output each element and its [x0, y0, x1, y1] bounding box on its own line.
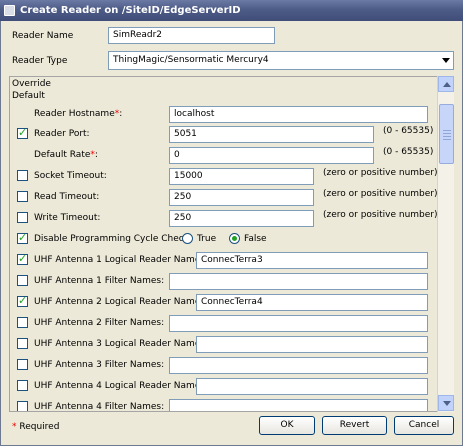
default-rate-label: Default Rate*:	[34, 150, 98, 160]
reader-hostname-input[interactable]: localhost	[169, 106, 428, 123]
radio-false[interactable]	[229, 233, 240, 244]
window-icon	[4, 5, 15, 16]
default-rate-hint: (0 - 65535)	[383, 147, 434, 157]
ok-button[interactable]: OK	[259, 416, 315, 435]
window-title: Create Reader on /SiteID/EdgeServerID	[20, 5, 241, 16]
radio-false-label: False	[244, 234, 267, 244]
uhf-antenna-4-logical-checkbox[interactable]	[17, 380, 28, 391]
reader-type-label: Reader Type	[12, 56, 68, 66]
write-timeout-input[interactable]: 250	[169, 210, 314, 227]
required-note: * Required	[12, 422, 60, 432]
scroll-thumb[interactable]	[439, 104, 454, 164]
reader-type-value: ThingMagic/Sensormatic Mercury4	[113, 55, 269, 65]
uhf-antenna-1-filter-label: UHF Antenna 1 Filter Names:	[34, 276, 165, 286]
uhf-antenna-1-logical-input[interactable]: ConnecTerra3	[196, 252, 428, 269]
disable-programming-cycle-checkbox[interactable]	[17, 231, 28, 244]
uhf-antenna-3-filter-input[interactable]	[169, 357, 428, 374]
scroll-down-button[interactable]	[438, 395, 454, 411]
uhf-antenna-1-filter-input[interactable]	[169, 273, 428, 290]
read-timeout-hint: (zero or positive number)	[323, 189, 438, 199]
uhf-antenna-4-logical-label: UHF Antenna 4 Logical Reader Name:	[34, 381, 204, 391]
uhf-antenna-4-filter-checkbox[interactable]	[17, 401, 28, 411]
uhf-antenna-2-logical-input[interactable]: ConnecTerra4	[196, 294, 428, 311]
uhf-antenna-3-logical-input[interactable]	[196, 336, 428, 353]
write-timeout-hint: (zero or positive number)	[323, 210, 438, 220]
uhf-antenna-2-filter-checkbox[interactable]	[17, 317, 28, 328]
chevron-down-icon[interactable]	[442, 58, 450, 63]
uhf-antenna-3-logical-label: UHF Antenna 3 Logical Reader Name:	[34, 339, 204, 349]
read-timeout-input[interactable]: 250	[169, 189, 314, 206]
arrow-up-icon	[443, 82, 451, 87]
grip-line	[443, 130, 451, 131]
uhf-antenna-3-logical-checkbox[interactable]	[17, 338, 28, 349]
socket-timeout-hint: (zero or positive number)	[323, 168, 438, 178]
uhf-antenna-1-logical-label: UHF Antenna 1 Logical Reader Name:	[34, 255, 204, 265]
read-timeout-checkbox[interactable]	[17, 191, 28, 202]
properties-panel: Override Default Reader Hostname*: local…	[9, 76, 454, 412]
grip-line	[443, 136, 451, 137]
uhf-antenna-4-filter-input[interactable]	[169, 399, 428, 411]
reader-port-checkbox[interactable]	[17, 126, 28, 139]
write-timeout-label: Write Timeout:	[34, 213, 101, 223]
scroll-up-button[interactable]	[438, 76, 454, 92]
write-timeout-checkbox[interactable]	[17, 212, 28, 223]
reader-name-input[interactable]: SimReadr2	[108, 27, 275, 44]
read-timeout-label: Read Timeout:	[34, 192, 100, 202]
reader-name-label: Reader Name	[12, 31, 74, 41]
uhf-antenna-4-logical-input[interactable]	[196, 378, 428, 395]
reader-port-input[interactable]: 5051	[169, 126, 374, 143]
grip-line	[443, 139, 451, 140]
uhf-antenna-1-logical-checkbox[interactable]	[17, 252, 28, 265]
vertical-scrollbar[interactable]	[437, 76, 454, 412]
uhf-antenna-2-logical-label: UHF Antenna 2 Logical Reader Name:	[34, 297, 204, 307]
uhf-antenna-3-filter-label: UHF Antenna 3 Filter Names:	[34, 360, 165, 370]
arrow-down-icon	[443, 401, 451, 406]
socket-timeout-input[interactable]: 15000	[169, 168, 314, 185]
reader-hostname-label: Reader Hostname*:	[34, 109, 123, 119]
reader-port-label: Reader Port:	[34, 129, 90, 139]
reader-type-select[interactable]: ThingMagic/Sensormatic Mercury4	[108, 51, 454, 70]
grip-line	[443, 133, 451, 134]
socket-timeout-label: Socket Timeout:	[34, 171, 107, 181]
radio-true-label: True	[197, 234, 217, 244]
uhf-antenna-1-filter-checkbox[interactable]	[17, 275, 28, 286]
default-rate-input[interactable]: 0	[169, 147, 374, 164]
uhf-antenna-2-logical-checkbox[interactable]	[17, 294, 28, 307]
radio-true[interactable]	[182, 233, 193, 244]
title-bar[interactable]: Create Reader on /SiteID/EdgeServerID	[0, 0, 463, 21]
uhf-antenna-2-filter-label: UHF Antenna 2 Filter Names:	[34, 318, 165, 328]
uhf-antenna-3-filter-checkbox[interactable]	[17, 359, 28, 370]
socket-timeout-checkbox[interactable]	[17, 170, 28, 181]
disable-programming-cycle-label: Disable Programming Cycle Check:	[34, 234, 192, 244]
uhf-antenna-4-filter-label: UHF Antenna 4 Filter Names:	[34, 402, 165, 412]
reader-port-hint: (0 - 65535)	[383, 126, 434, 136]
default-column-header: Default	[12, 91, 45, 101]
cancel-button[interactable]: Cancel	[394, 416, 454, 435]
revert-button[interactable]: Revert	[322, 416, 387, 435]
uhf-antenna-2-filter-input[interactable]	[169, 315, 428, 332]
